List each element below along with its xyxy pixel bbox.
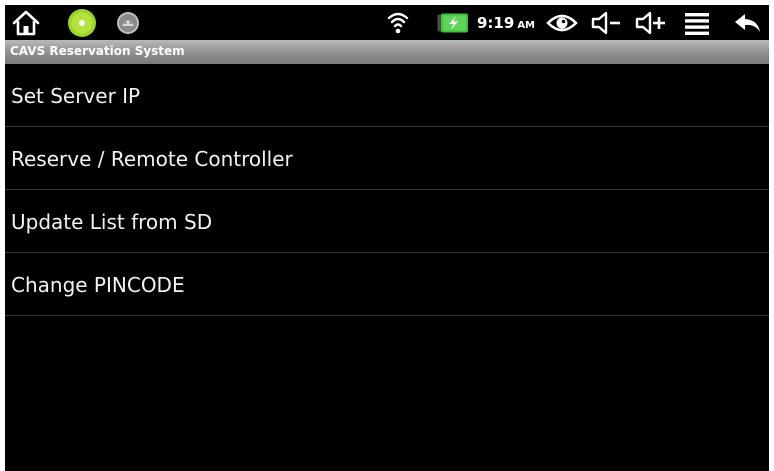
menu-item-reserve-remote-controller[interactable]: Reserve / Remote Controller [5,127,769,190]
main-menu: Set Server IP Reserve / Remote Controlle… [5,64,769,316]
clock-time: 9:19 [477,14,515,32]
usb-debug-icon[interactable] [113,8,143,38]
app-title-bar: CAVS Reservation System [5,40,769,64]
volume-up-icon[interactable] [633,8,669,38]
menu-item-label: Reserve / Remote Controller [11,147,293,171]
menu-icon[interactable] [681,8,713,38]
menu-item-set-server-ip[interactable]: Set Server IP [5,64,769,127]
app-title: CAVS Reservation System [10,44,185,58]
android-notification-icon[interactable] [65,8,99,38]
eye-icon[interactable] [545,8,579,38]
device-screen: 9:19 AM CAVS Reservation System Set Serv… [5,5,769,471]
menu-item-change-pincode[interactable]: Change PINCODE [5,253,769,316]
menu-item-label: Update List from SD [11,210,213,234]
clock-ampm: AM [517,20,536,31]
back-icon[interactable] [731,8,765,38]
wifi-icon [385,8,411,38]
menu-item-label: Change PINCODE [11,273,185,297]
menu-item-label: Set Server IP [11,84,141,108]
status-bar: 9:19 AM [5,5,769,40]
volume-down-icon[interactable] [589,8,623,38]
battery-charging-icon [435,8,471,38]
home-icon[interactable] [9,8,43,38]
status-clock: 9:19 AM [477,11,535,35]
menu-item-update-list-from-sd[interactable]: Update List from SD [5,190,769,253]
